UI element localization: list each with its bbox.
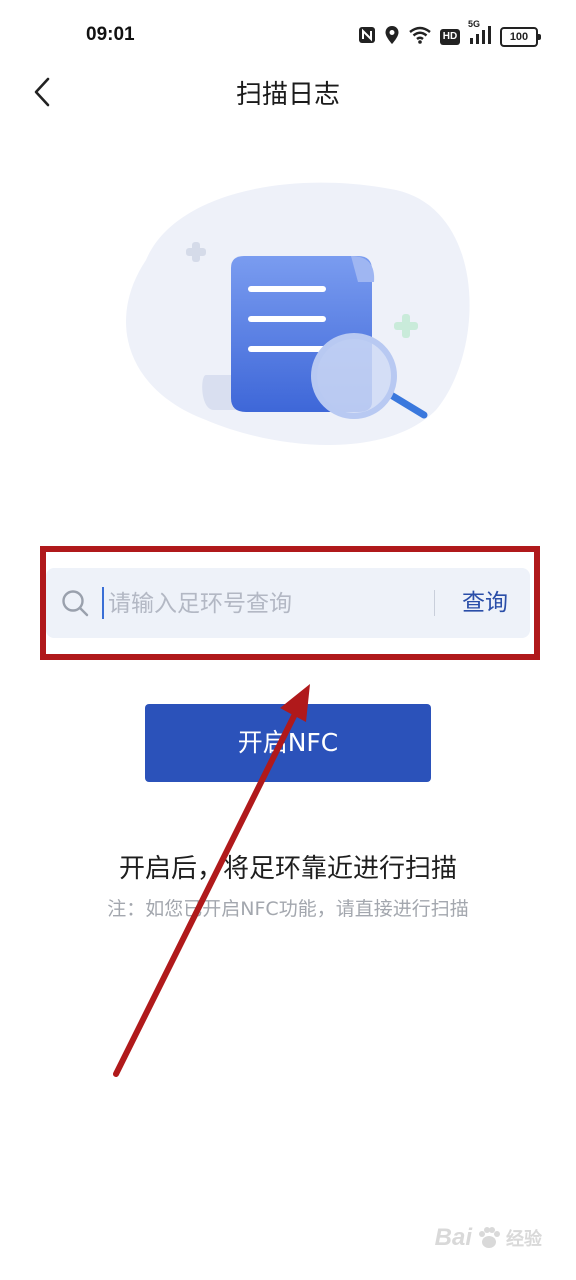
highlight-annotation-box — [40, 546, 540, 660]
baidu-watermark: Bai 经验 — [435, 1218, 542, 1258]
battery-icon: 100 — [500, 27, 541, 47]
watermark-text: Bai — [434, 1224, 472, 1251]
status-bar: 09:01 HD 5G 100 — [0, 0, 576, 72]
network-label: 5G — [468, 19, 481, 29]
hd-icon: HD — [440, 29, 460, 45]
status-time: 09:01 — [86, 24, 135, 45]
status-icons: HD 5G 100 — [358, 19, 541, 50]
signal-icon: 5G — [468, 19, 492, 49]
scan-log-illustration — [96, 170, 480, 460]
instruction-note: 注：如您已开启NFC功能，请直接进行扫描 — [107, 898, 469, 920]
enable-nfc-button[interactable]: 开启NFC — [145, 704, 431, 782]
location-icon — [384, 25, 400, 49]
page-title: 扫描日志 — [235, 80, 340, 110]
wifi-icon — [408, 26, 432, 48]
watermark-sub: 经验 — [506, 1229, 542, 1249]
instruction-text: 开启后，将足环靠近进行扫描 — [118, 854, 457, 884]
paw-icon — [479, 1227, 500, 1248]
nfc-icon — [358, 26, 376, 48]
